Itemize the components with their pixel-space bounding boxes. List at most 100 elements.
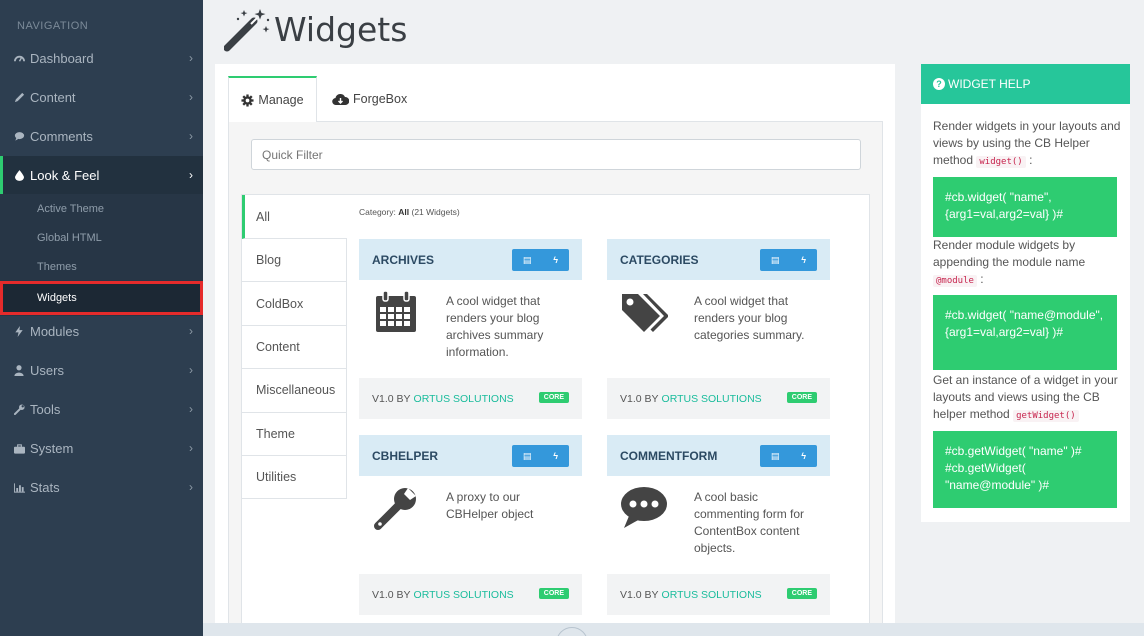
category-tab-all[interactable]: All [242, 195, 347, 239]
sidebar-item-look-and-feel[interactable]: Look & Feel › [0, 156, 203, 195]
cloud-download-icon [332, 93, 349, 106]
sidebar-item-tools[interactable]: Tools › [0, 390, 203, 429]
chevron-right-icon: › [189, 480, 193, 494]
sidebar-item-system[interactable]: System › [0, 429, 203, 468]
tab-forgebox[interactable]: ForgeBox [332, 76, 407, 122]
widget-help-panel: ? WIDGET HELP Render widgets in your lay… [921, 64, 1130, 522]
help-title: WIDGET HELP [948, 77, 1031, 91]
page-header: Widgets [224, 6, 407, 52]
tab-content: All Blog ColdBox Content Miscellaneous T… [228, 121, 883, 636]
category-tab-content[interactable]: Content [242, 325, 347, 370]
widget-card-body: A cool widget that renders your blog arc… [359, 280, 582, 378]
help-text: Render widgets in your layouts and views… [933, 119, 1121, 168]
widget-actions: ▤ ϟ [760, 249, 817, 271]
book-icon[interactable]: ▤ [523, 255, 532, 266]
tint-icon [12, 170, 26, 181]
help-header: ? WIDGET HELP [921, 64, 1130, 104]
widget-author-link[interactable]: ORTUS SOLUTIONS [662, 393, 762, 405]
tags-icon [622, 294, 668, 332]
sidebar-item-dashboard[interactable]: Dashboard › [0, 39, 203, 78]
widget-card-footer: V1.0 BY ORTUS SOLUTIONS CORE [359, 378, 582, 419]
core-badge: CORE [538, 588, 569, 599]
tab-label: ForgeBox [353, 92, 408, 106]
widget-card-header: COMMENTFORM ▤ ϟ [607, 435, 830, 476]
sidebar-item-label: Comments [30, 129, 93, 144]
widget-author-link[interactable]: ORTUS SOLUTIONS [414, 393, 514, 405]
widget-version: V1.0 BY [372, 392, 411, 405]
bolt-icon [12, 326, 26, 337]
widget-browser: All Blog ColdBox Content Miscellaneous T… [241, 194, 870, 636]
sidebar-subitem-global-html[interactable]: Global HTML [0, 223, 203, 252]
widgets-panel: Manage ForgeBox All Blog ColdBox Content… [215, 64, 895, 636]
category-tab-theme[interactable]: Theme [242, 412, 347, 456]
quick-filter-input[interactable] [251, 139, 861, 170]
widget-author-link[interactable]: ORTUS SOLUTIONS [662, 589, 762, 601]
widget-description: A cool widget that renders your blog cat… [694, 294, 805, 342]
widget-name: CATEGORIES [620, 252, 699, 267]
sidebar-item-content[interactable]: Content › [0, 78, 203, 117]
core-badge: CORE [538, 392, 569, 403]
widget-name: CBHELPER [372, 448, 439, 463]
bolt-icon[interactable]: ϟ [553, 451, 558, 461]
sidebar-item-users[interactable]: Users › [0, 351, 203, 390]
tab-manage[interactable]: Manage [228, 76, 317, 122]
widget-name: ARCHIVES [372, 252, 435, 267]
chevron-right-icon: › [189, 90, 193, 104]
widget-card-body: A cool basic commenting form for Content… [607, 476, 830, 574]
widget-card-footer: V1.0 BY ORTUS SOLUTIONS CORE [607, 378, 830, 419]
footer-bar [203, 623, 1144, 636]
bolt-icon[interactable]: ϟ [553, 255, 558, 265]
book-icon[interactable]: ▤ [771, 255, 780, 266]
widget-card-footer: V1.0 BY ORTUS SOLUTIONS CORE [607, 574, 830, 615]
dashboard-icon [12, 53, 26, 64]
sidebar-item-comments[interactable]: Comments › [0, 117, 203, 156]
widget-version: V1.0 BY [372, 588, 411, 601]
code-inline: widget() [976, 156, 1026, 168]
user-icon [12, 365, 26, 376]
book-icon[interactable]: ▤ [523, 451, 532, 462]
category-header: Category: All (21 Widgets) [359, 207, 460, 217]
code-block: #cb.widget( "name@module", {arg1=val,arg… [933, 295, 1117, 370]
sidebar-item-stats[interactable]: Stats › [0, 468, 203, 507]
widget-card: CATEGORIES ▤ ϟ A cool widget that render… [607, 239, 830, 419]
widget-count: (21 Widgets) [411, 207, 460, 217]
bolt-icon[interactable]: ϟ [801, 255, 806, 265]
code-block: #cb.getWidget( "name" )# #cb.getWidget( … [933, 431, 1117, 508]
sidebar-subitem-themes[interactable]: Themes [0, 252, 203, 281]
calendar-icon [376, 290, 416, 332]
category-tabs: All Blog ColdBox Content Miscellaneous T… [242, 195, 347, 500]
page-title: Widgets [274, 9, 408, 49]
pencil-icon [12, 92, 26, 103]
widget-author-link[interactable]: ORTUS SOLUTIONS [414, 589, 514, 601]
core-badge: CORE [786, 588, 817, 599]
widget-card-footer: V1.0 BY ORTUS SOLUTIONS CORE [359, 574, 582, 615]
widget-card: ARCHIVES ▤ ϟ A cool widget that renders … [359, 239, 582, 419]
briefcase-icon [12, 443, 26, 454]
sidebar-subitem-widgets[interactable]: Widgets [0, 281, 203, 315]
sidebar: NAVIGATION Dashboard › Content › Comment… [0, 0, 203, 636]
chevron-right-icon: › [189, 168, 193, 182]
category-prefix: Category: [359, 207, 396, 217]
book-icon[interactable]: ▤ [771, 451, 780, 462]
widget-card: COMMENTFORM ▤ ϟ A cool basic commenting [607, 435, 830, 615]
sidebar-item-label: System [30, 441, 74, 456]
sidebar-item-label: Modules [30, 324, 80, 339]
widget-card-header: CBHELPER ▤ ϟ [359, 435, 582, 476]
category-tab-coldbox[interactable]: ColdBox [242, 282, 347, 326]
sidebar-item-modules[interactable]: Modules › [0, 312, 203, 351]
category-tab-utilities[interactable]: Utilities [242, 455, 347, 500]
wrench-icon [374, 488, 416, 530]
widget-actions: ▤ ϟ [512, 249, 569, 271]
magic-wand-icon [224, 9, 270, 52]
widget-description: A proxy to our CBHelper object [446, 490, 534, 521]
category-tab-blog[interactable]: Blog [242, 239, 347, 283]
help-paragraph: Render module widgets by appending the m… [933, 238, 1086, 269]
chevron-right-icon: › [189, 129, 193, 143]
core-badge: CORE [786, 392, 817, 403]
widget-card-header: CATEGORIES ▤ ϟ [607, 239, 830, 280]
widget-version: V1.0 BY [620, 392, 659, 405]
bolt-icon[interactable]: ϟ [801, 451, 806, 461]
category-tab-miscellaneous[interactable]: Miscellaneous [242, 369, 347, 413]
sidebar-item-label: Tools [30, 402, 61, 417]
sidebar-subitem-active-theme[interactable]: Active Theme [0, 194, 203, 223]
